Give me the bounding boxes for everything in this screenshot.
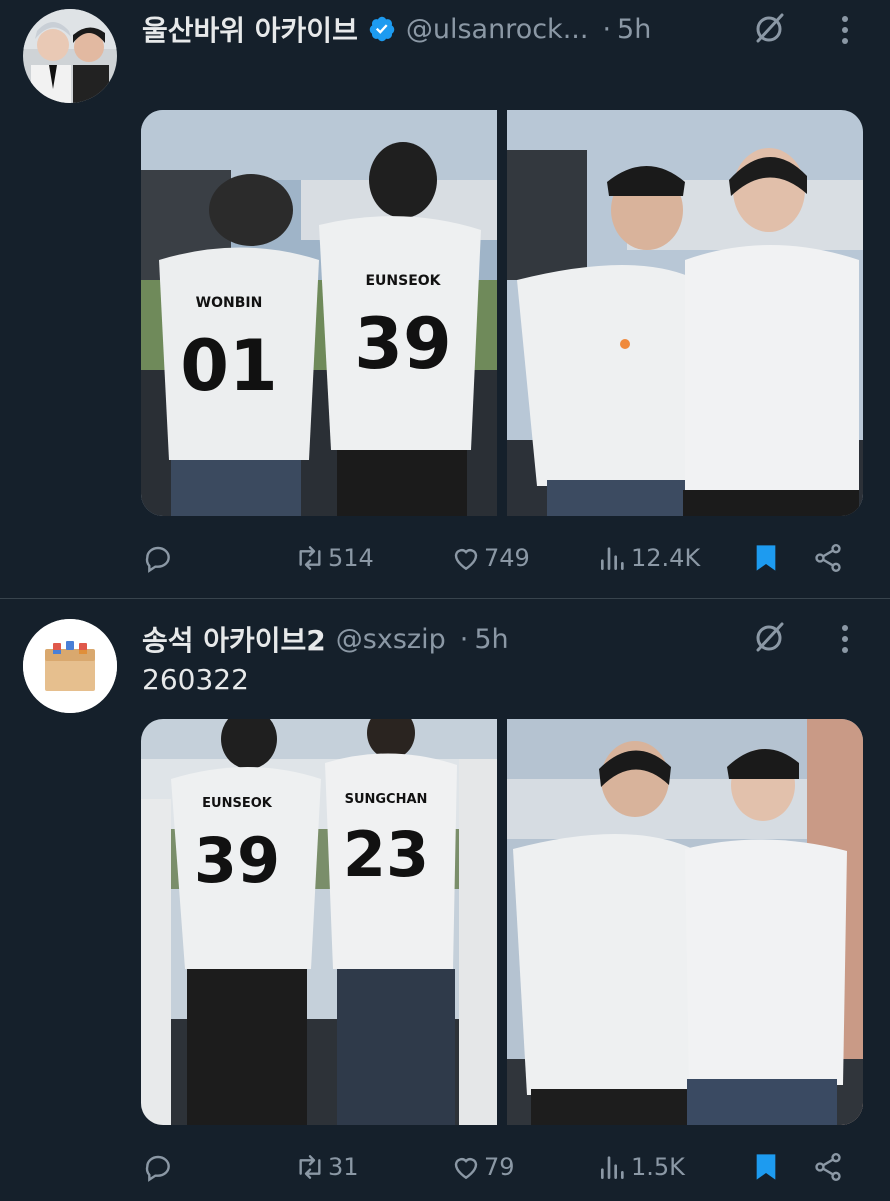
bookmark-icon xyxy=(756,1154,776,1180)
views-count: 1.5K xyxy=(631,1153,685,1181)
verified-badge-icon xyxy=(369,16,395,42)
jersey-number: 01 xyxy=(180,325,277,407)
media-grid[interactable]: EUNSEOK 39 SUNGCHAN 23 xyxy=(141,719,863,1125)
like-icon xyxy=(454,1158,478,1180)
photo[interactable] xyxy=(507,110,863,516)
media-grid[interactable]: WONBIN 01 EUNSEOK 39 xyxy=(141,110,863,516)
action-bar: 514 749 12.4K xyxy=(0,538,890,578)
more-icon[interactable] xyxy=(840,12,850,48)
like-button[interactable]: 79 xyxy=(450,1147,515,1187)
more-icon[interactable] xyxy=(840,621,850,657)
retweet-icon xyxy=(299,1155,321,1179)
photo[interactable]: WONBIN 01 EUNSEOK 39 xyxy=(141,110,497,516)
grok-icon[interactable] xyxy=(751,619,787,655)
views-icon xyxy=(601,547,624,570)
grok-icon[interactable] xyxy=(751,10,787,46)
jersey-number: 23 xyxy=(343,818,429,891)
tweet-text: 260322 xyxy=(142,663,249,696)
retweet-count: 514 xyxy=(328,544,374,572)
photo[interactable]: EUNSEOK 39 SUNGCHAN 23 xyxy=(141,719,497,1125)
jersey-name: WONBIN xyxy=(196,295,263,311)
views-button[interactable]: 1.5K xyxy=(597,1147,685,1187)
reply-icon xyxy=(145,1155,170,1182)
views-button[interactable]: 12.4K xyxy=(597,538,700,578)
timestamp[interactable]: 5h xyxy=(474,624,508,655)
like-button[interactable]: 749 xyxy=(450,538,530,578)
action-bar: 31 79 1.5K xyxy=(0,1147,890,1187)
share-button[interactable] xyxy=(812,1147,844,1187)
tweet[interactable]: 송석 아카이브2 @sxszip · 5h 260322 EUNSEOK 39 … xyxy=(0,598,890,1201)
like-icon xyxy=(454,549,478,571)
bookmark-button[interactable] xyxy=(750,1147,782,1187)
jersey-number: 39 xyxy=(194,824,280,897)
views-count: 12.4K xyxy=(631,544,701,572)
retweet-button[interactable]: 31 xyxy=(294,1147,359,1187)
jersey-name: SUNGCHAN xyxy=(345,792,428,807)
jersey-number: 39 xyxy=(354,303,451,385)
retweet-count: 31 xyxy=(328,1153,359,1181)
jersey-name: EUNSEOK xyxy=(202,796,273,811)
tweet-header: 울산바위 아카이브 @ulsanrock... · 5h xyxy=(142,8,651,50)
handle[interactable]: @ulsanrock... xyxy=(406,14,589,45)
separator-dot: · xyxy=(459,623,469,655)
retweet-icon xyxy=(299,546,321,570)
avatar[interactable] xyxy=(23,619,117,713)
avatar-image xyxy=(23,9,117,103)
photo-two-people xyxy=(507,719,863,1125)
tweet-header: 송석 아카이브2 @sxszip · 5h xyxy=(142,619,509,659)
like-count: 749 xyxy=(484,544,530,572)
like-count: 79 xyxy=(484,1153,515,1181)
photo-jersey-backs: WONBIN 01 EUNSEOK 39 xyxy=(141,110,497,516)
jersey-name: EUNSEOK xyxy=(365,273,441,289)
timestamp[interactable]: 5h xyxy=(617,14,651,45)
retweet-button[interactable]: 514 xyxy=(294,538,374,578)
tweet[interactable]: 울산바위 아카이브 @ulsanrock... · 5h WONBIN 01 E… xyxy=(0,0,890,598)
photo-jersey-backs: EUNSEOK 39 SUNGCHAN 23 xyxy=(141,719,497,1125)
bookmark-icon xyxy=(756,545,776,571)
reply-icon xyxy=(145,546,170,573)
avatar[interactable] xyxy=(23,9,117,103)
share-icon xyxy=(815,544,841,572)
share-button[interactable] xyxy=(812,538,844,578)
reply-button[interactable] xyxy=(142,538,176,578)
display-name[interactable]: 울산바위 아카이브 xyxy=(142,9,358,49)
share-icon xyxy=(815,1153,841,1181)
separator-dot: · xyxy=(602,13,612,45)
reply-button[interactable] xyxy=(142,1147,176,1187)
photo-two-people xyxy=(507,110,863,516)
avatar-image xyxy=(23,619,117,713)
handle[interactable]: @sxszip xyxy=(336,624,446,655)
views-icon xyxy=(601,1156,624,1179)
bookmark-button[interactable] xyxy=(750,538,782,578)
display-name[interactable]: 송석 아카이브2 xyxy=(142,619,326,659)
photo[interactable] xyxy=(507,719,863,1125)
